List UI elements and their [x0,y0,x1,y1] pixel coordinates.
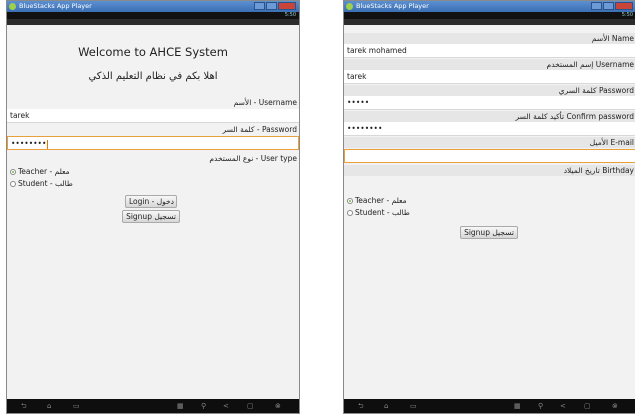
status-clock: 5:50 [284,12,296,18]
login-window: BlueStacks App Player 5:50 Welcome to AH… [6,0,300,414]
minimize-button[interactable] [591,2,602,10]
back-icon[interactable]: ⮌ [358,403,364,410]
username-label: Username - الأسم [233,98,297,107]
back-icon[interactable]: ⮌ [21,403,27,410]
radio-unselected-icon [10,180,16,187]
window-title: BlueStacks App Player [19,2,92,10]
radio-unselected-icon [347,209,353,216]
teacher-option-label: Teacher - معلم [355,196,407,205]
signup-window: BlueStacks App Player 5:50 Name الأسم ta… [343,0,635,414]
username-label: Username إسم المستخدم [546,60,634,69]
password-field[interactable]: •••••••• [7,136,299,150]
user-type-label: User type - نوع المستخدم [209,154,297,163]
signup-form: Name الأسم tarek mohamed Username إسم ال… [344,25,635,399]
recent-apps-icon[interactable]: ▭ [73,403,80,410]
window-controls [254,2,296,10]
radio-student[interactable]: Student - طالب [347,208,410,217]
radio-teacher[interactable]: Teacher - معلم [347,196,407,205]
password-field[interactable]: ••••• [344,96,635,110]
share-icon[interactable]: < [560,403,566,410]
login-button[interactable]: Login - دخول [125,195,177,208]
close-window-button[interactable] [615,2,633,10]
welcome-subtitle: اهلا بكم في نظام التعليم الذكي [88,71,218,82]
window-title: BlueStacks App Player [356,2,429,10]
minimize-button[interactable] [254,2,265,10]
welcome-title: Welcome to AHCE System [78,45,228,59]
birthday-label: Birthday تاريخ الميلاد [563,166,634,175]
android-nav-bar: ⮌ ⌂ ▭ ▦ ⚲ < ▢ ⊗ [7,399,299,413]
bluestacks-logo-icon [9,3,16,10]
screen-icon[interactable]: ▢ [247,403,254,410]
screen-icon[interactable]: ▢ [584,403,591,410]
close-window-button[interactable] [278,2,296,10]
student-option-label: Student - طالب [18,179,73,188]
maximize-button[interactable] [603,2,614,10]
confirm-password-field[interactable]: •••••••• [344,122,635,136]
birthday-picker[interactable] [344,176,635,188]
window-titlebar: BlueStacks App Player [344,1,635,12]
location-icon[interactable]: ⚲ [538,403,543,410]
name-label: Name الأسم [591,34,634,43]
password-value: •••••••• [11,139,47,148]
window-titlebar: BlueStacks App Player [7,1,299,12]
student-option-label: Student - طالب [355,208,410,217]
keyboard-icon[interactable]: ▦ [514,403,521,410]
recent-apps-icon[interactable]: ▭ [410,403,417,410]
password-label: Password كلمة السري [558,86,634,95]
home-icon[interactable]: ⌂ [384,403,388,410]
maximize-button[interactable] [266,2,277,10]
status-clock: 5:50 [621,12,633,18]
signup-button[interactable]: Signup تسجيل [122,210,180,223]
android-nav-bar: ⮌ ⌂ ▭ ▦ ⚲ < ▢ ⊗ [344,399,635,413]
radio-selected-icon [347,197,353,204]
window-controls [591,2,633,10]
radio-teacher[interactable]: Teacher - معلم [10,167,70,176]
name-field[interactable]: tarek mohamed [344,44,635,58]
location-icon[interactable]: ⚲ [201,403,206,410]
username-field[interactable]: tarek [7,109,299,123]
android-status-bar: 5:50 [344,12,635,19]
share-icon[interactable]: < [223,403,229,410]
password-label: Password - كلمة السر [222,125,297,134]
keyboard-icon[interactable]: ▦ [177,403,184,410]
close-icon[interactable]: ⊗ [612,403,618,410]
home-icon[interactable]: ⌂ [47,403,51,410]
login-form: Welcome to AHCE System اهلا بكم في نظام … [7,25,299,399]
teacher-option-label: Teacher - معلم [18,167,70,176]
android-status-bar: 5:50 [7,12,299,19]
radio-student[interactable]: Student - طالب [10,179,73,188]
text-caret [47,139,49,149]
bluestacks-logo-icon [346,3,353,10]
confirm-password-label: Confirm password تأكيد كلمة السر [515,112,634,121]
email-field[interactable] [344,149,635,163]
radio-selected-icon [10,168,16,175]
email-label: E-mail الأميل [589,138,634,147]
username-field[interactable]: tarek [344,70,635,84]
signup-button[interactable]: Signup تسجيل [460,226,518,239]
close-icon[interactable]: ⊗ [275,403,281,410]
